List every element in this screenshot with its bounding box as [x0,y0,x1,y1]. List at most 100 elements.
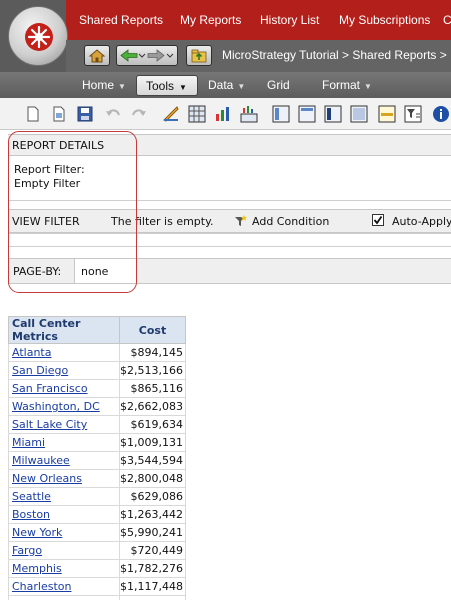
call-center-link[interactable]: Seattle [12,490,51,503]
cost-cell: $2,513,166 [119,361,186,380]
table-row: Washington, DC $2,662,083 [7,397,186,416]
back-forward-icon [120,49,174,62]
report-objects-icon[interactable] [272,105,290,123]
add-condition-link[interactable]: Add Condition [252,215,329,228]
table-row: San Diego $2,513,166 [7,361,186,380]
tab-grid[interactable]: Grid [267,78,290,92]
call-center-link[interactable]: New Orleans [12,472,82,485]
table-row: Boston $1,263,442 [7,505,186,524]
tab-format[interactable]: Format ▼ [322,78,372,92]
call-center-link[interactable]: Boston [12,508,50,521]
nav-shared-reports[interactable]: Shared Reports [79,13,163,27]
table-row: New York $5,990,241 [7,523,186,542]
divider [8,200,451,201]
undo-icon[interactable] [104,105,122,123]
call-center-link[interactable]: Memphis [12,562,62,575]
redo-icon[interactable] [130,105,148,123]
nav-my-reports[interactable]: My Reports [180,13,241,27]
call-center-link[interactable]: New York [12,526,62,539]
call-center-link[interactable]: Atlanta [12,346,51,359]
call-center-cell: Memphis [7,559,121,578]
call-center-cell: Miami [7,433,121,452]
icon-toolbar [0,98,451,130]
tab-format-label: Format [322,78,361,92]
back-forward-button[interactable] [116,45,178,66]
chevron-down-icon: ▼ [237,82,246,91]
save-icon[interactable] [76,105,94,123]
view-filter-icon[interactable] [324,105,342,123]
cost-cell: $1,117,448 [119,577,186,596]
grid-body: Atlanta $894,145 San Diego $2,513,166 San Fr… [7,343,186,600]
call-center-cell: Charleston [7,577,121,596]
sort-icon[interactable] [350,105,368,123]
cost-cell: $865,116 [119,379,186,398]
cost-cell: $619,634 [119,415,186,434]
call-center-link[interactable]: Fargo [12,544,42,557]
call-center-link[interactable]: Charleston [12,580,72,593]
checkmark-icon [373,215,383,225]
nav-overflow-item[interactable]: C [443,13,451,27]
grid-header-row: Call Center Metrics Cost [7,316,186,344]
tab-tools[interactable]: Tools ▼ [136,75,198,96]
auto-apply-checkbox[interactable] [372,214,384,226]
table-row: Milwaukee $3,544,594 [7,451,186,470]
call-center-cell: San Francisco [7,379,121,398]
call-center-link[interactable]: Washington, DC [12,400,100,413]
cost-cell: $894,145 [119,343,186,362]
call-center-link[interactable]: Milwaukee [12,454,70,467]
home-icon [88,49,106,63]
nav-my-subscriptions[interactable]: My Subscriptions [339,13,430,27]
call-center-cell: Washington, DC [7,397,121,416]
divider [8,233,451,234]
design-mode-icon[interactable] [162,105,180,123]
cost-cell: $629,086 [119,487,186,506]
table-row: Atlanta $894,145 [7,343,186,362]
tab-data-label: Data [208,78,234,92]
chevron-down-icon: ▼ [364,82,372,91]
call-center-link[interactable]: San Diego [12,364,68,377]
call-center-link[interactable]: Salt Lake City [12,418,87,431]
breadcrumb[interactable]: MicroStrategy Tutorial > Shared Reports … [222,48,447,62]
table-row: Fargo $720,449 [7,541,186,560]
cost-cell: $1,009,131 [119,433,186,452]
cost-cell: $5,990,241 [119,523,186,542]
tab-tools-label: Tools [146,79,175,93]
column-header-cost[interactable]: Cost [119,316,186,344]
path-bar: MicroStrategy Tutorial > Shared Reports … [66,40,451,72]
tab-home[interactable]: Home ▼ [82,78,126,92]
filter-toggle-icon[interactable] [404,105,422,123]
graph-view-icon[interactable] [214,105,232,123]
call-center-link[interactable]: Miami [12,436,45,449]
report-filter-label: Report Filter: [14,163,85,176]
table-row: Salt Lake City $619,634 [7,415,186,434]
column-header-call-center[interactable]: Call Center Metrics [7,316,121,344]
table-row: Memphis $1,782,276 [7,559,186,578]
call-center-cell: New York [7,523,121,542]
cost-cell: $1,263,442 [119,505,186,524]
starburst-icon [27,25,51,49]
tab-data[interactable]: Data ▼ [208,78,245,92]
new-report-icon[interactable] [50,105,68,123]
cost-cell: $3,544,594 [119,451,186,470]
call-center-cell: Web [7,595,121,600]
home-button[interactable] [84,45,110,66]
new-document-icon[interactable] [24,105,42,123]
info-icon[interactable] [432,105,450,123]
add-condition-icon[interactable] [234,214,248,228]
report-details-header[interactable]: REPORT DETAILS [12,139,104,152]
cost-cell: $2,662,083 [119,397,186,416]
app-header: Shared Reports My Reports History List M… [0,0,451,72]
call-center-link[interactable]: San Francisco [12,382,88,395]
page-by-icon[interactable] [298,105,316,123]
call-center-cell: Atlanta [7,343,121,362]
cost-cell: $1,782,276 [119,559,186,578]
up-folder-button[interactable] [186,45,212,66]
subtotals-icon[interactable] [378,105,396,123]
table-row: Web$3,319,225 [7,595,186,600]
nav-history-list[interactable]: History List [260,13,319,27]
divider [8,246,451,247]
grid-graph-view-icon[interactable] [240,105,258,123]
grid-view-icon[interactable] [188,105,206,123]
tab-home-label: Home [82,78,115,92]
table-row: Seattle $629,086 [7,487,186,506]
